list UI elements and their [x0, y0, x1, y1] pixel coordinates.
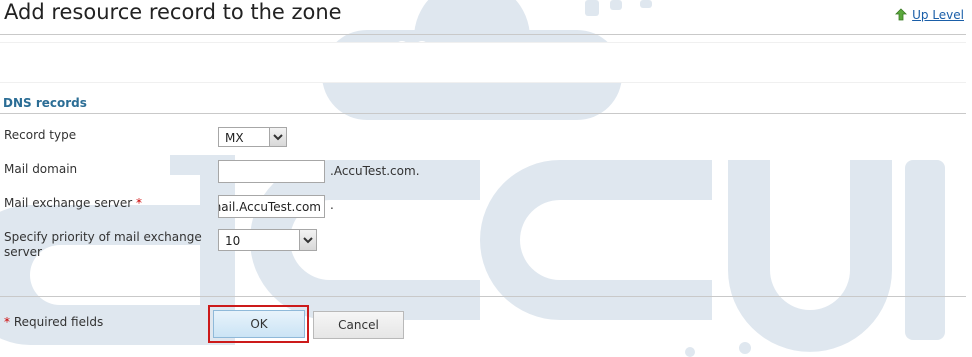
mail-domain-label: Mail domain: [4, 162, 78, 176]
mail-exchange-server-label: Mail exchange server *: [4, 196, 142, 211]
ok-button[interactable]: OK: [213, 310, 305, 338]
record-type-label: Record type: [4, 128, 77, 142]
record-type-select[interactable]: MX: [218, 127, 287, 147]
record-type-value: MX: [225, 131, 244, 145]
priority-value: 10: [225, 234, 241, 248]
mail-exchange-server-value: mail.AccuTest.com: [218, 200, 321, 214]
chevron-down-icon[interactable]: [269, 128, 286, 146]
info-band: [0, 42, 966, 83]
content: Add resource record to the zone Up Level…: [0, 0, 972, 357]
up-arrow-icon: [895, 8, 908, 21]
section-divider: [0, 113, 966, 114]
mail-exchange-server-suffix: .: [330, 198, 334, 212]
up-level-link-group[interactable]: Up Level: [894, 8, 964, 22]
priority-select[interactable]: 10: [218, 229, 317, 251]
required-fields-text: Required fields: [13, 315, 104, 329]
mail-domain-input[interactable]: [218, 160, 325, 183]
title-divider: [0, 34, 966, 35]
priority-label: Specify priority of mail exchange server: [4, 230, 202, 260]
section-title: DNS records: [3, 96, 87, 110]
chevron-down-icon[interactable]: [299, 230, 316, 250]
mail-exchange-server-label-text: Mail exchange server: [4, 196, 133, 210]
cancel-button[interactable]: Cancel: [313, 311, 404, 339]
mail-exchange-server-input[interactable]: mail.AccuTest.com: [218, 195, 325, 218]
mail-domain-suffix: .AccuTest.com.: [330, 164, 420, 178]
required-asterisk: *: [4, 315, 10, 329]
footer-divider: [0, 296, 966, 297]
up-level-link[interactable]: Up Level: [912, 8, 964, 22]
page-title: Add resource record to the zone: [4, 0, 342, 24]
priority-label-line1: Specify priority of mail exchange: [4, 230, 202, 244]
required-fields-note: * Required fields: [4, 315, 103, 330]
priority-label-line2: server: [4, 245, 42, 259]
required-asterisk: *: [136, 196, 143, 210]
